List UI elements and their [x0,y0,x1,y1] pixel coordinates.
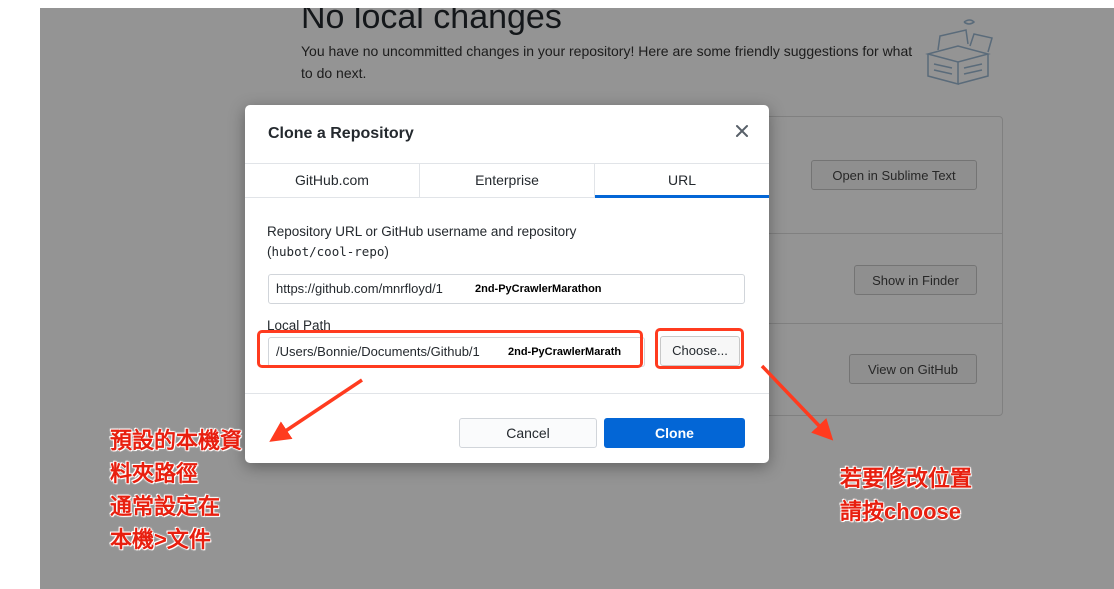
url-redaction-label: 2nd-PyCrawlerMarathon [472,276,605,302]
choose-button-highlight [655,328,744,369]
clone-source-tabs: GitHub.com Enterprise URL [245,164,769,198]
dialog-header: Clone a Repository [245,105,769,164]
close-icon[interactable] [733,122,751,140]
local-path-highlight [257,330,643,368]
hint-example-code: hubot/cool-repo [271,244,385,259]
cancel-button[interactable]: Cancel [459,418,597,448]
clone-repository-dialog: Clone a Repository GitHub.com Enterprise… [245,105,769,463]
repository-url-label: Repository URL or GitHub username and re… [267,224,577,239]
tab-enterprise[interactable]: Enterprise [420,164,595,197]
dialog-title: Clone a Repository [268,125,414,142]
change-location-note: 若要修改位置 請按choose [839,466,973,525]
hint-close-paren: ) [384,244,389,259]
repository-url-hint: (hubot/cool-repo) [267,244,389,259]
default-path-note: 預設的本機資 料夾路徑 通常設定在 本機>文件 [109,428,243,553]
tab-url[interactable]: URL [595,164,769,198]
dialog-footer-divider [245,393,769,394]
tab-github-com[interactable]: GitHub.com [245,164,420,197]
clone-button[interactable]: Clone [604,418,745,448]
